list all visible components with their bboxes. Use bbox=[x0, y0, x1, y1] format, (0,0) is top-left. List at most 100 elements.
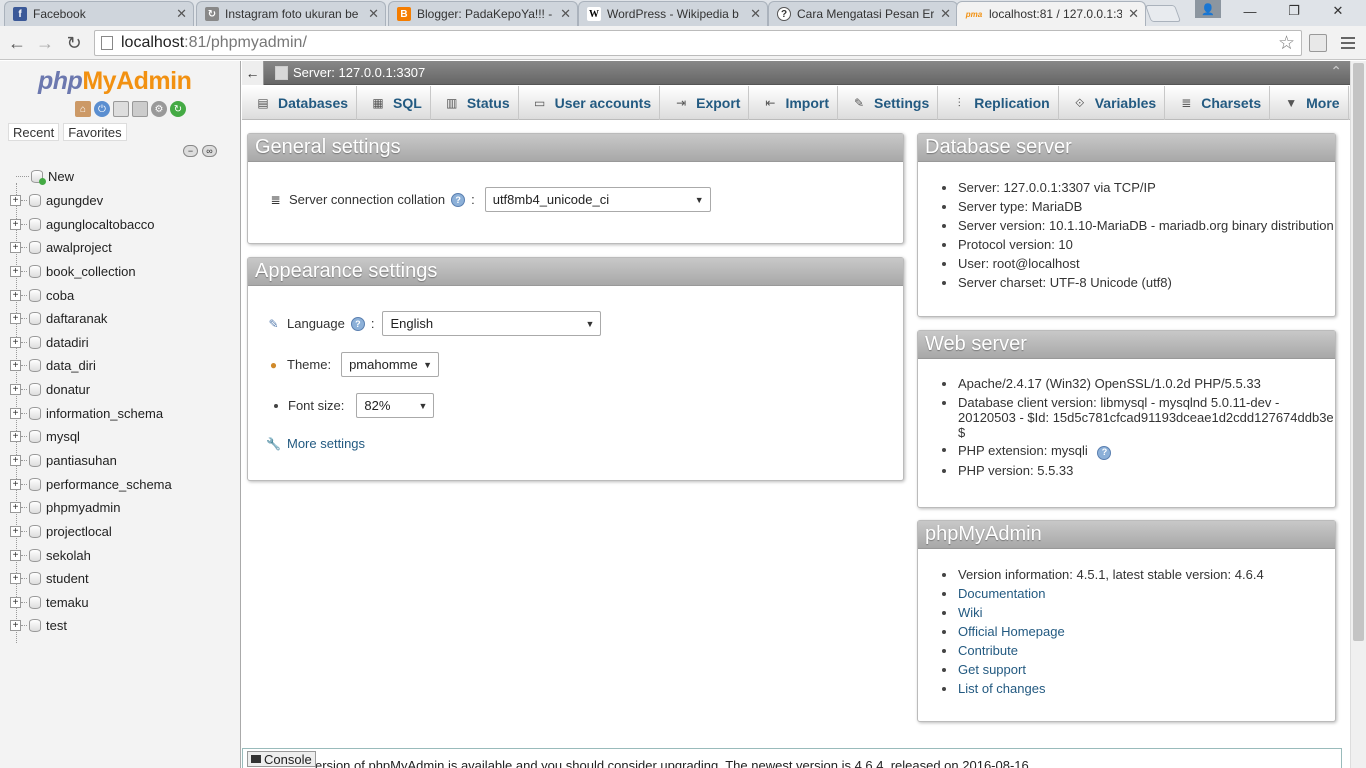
close-icon[interactable]: ✕ bbox=[176, 6, 187, 22]
tab-replication[interactable]: ⫶ Replication bbox=[938, 86, 1059, 120]
window-close-icon[interactable]: ✕ bbox=[1316, 0, 1360, 22]
close-icon[interactable]: ✕ bbox=[368, 6, 379, 22]
database-name[interactable]: performance_schema bbox=[46, 477, 172, 492]
database-name[interactable]: information_schema bbox=[46, 406, 163, 421]
home-icon[interactable]: ⌂ bbox=[75, 101, 91, 117]
browser-tab-blogger[interactable]: B Blogger: PadaKepoYa!!! - ✕ bbox=[388, 1, 578, 26]
tree-database-temaku[interactable]: + temaku bbox=[8, 591, 238, 615]
expand-icon[interactable]: + bbox=[10, 407, 21, 419]
expand-icon[interactable]: + bbox=[10, 525, 21, 537]
browser-tab-cara[interactable]: ? Cara Mengatasi Pesan Er ✕ bbox=[768, 1, 958, 26]
logout-icon[interactable]: ⏻ bbox=[94, 101, 110, 117]
tree-database-phpmyadmin[interactable]: + phpmyadmin bbox=[8, 496, 238, 520]
tree-database-mysql[interactable]: + mysql bbox=[8, 425, 238, 449]
user-profile-icon[interactable]: 👤 bbox=[1195, 0, 1221, 18]
tree-database-performance_schema[interactable]: + performance_schema bbox=[8, 472, 238, 496]
expand-icon[interactable]: + bbox=[10, 549, 21, 561]
database-name[interactable]: agungdev bbox=[46, 193, 103, 208]
database-name[interactable]: daftaranak bbox=[46, 311, 107, 326]
pma-link-official-homepage[interactable]: Official Homepage bbox=[942, 622, 1264, 641]
expand-icon[interactable]: + bbox=[10, 431, 21, 443]
tab-import[interactable]: ⇤ Import bbox=[749, 86, 839, 120]
docs-icon[interactable] bbox=[113, 101, 129, 117]
database-name[interactable]: mysql bbox=[46, 429, 80, 444]
database-name[interactable]: pantiasuhan bbox=[46, 453, 117, 468]
tab-recent[interactable]: Recent bbox=[8, 123, 60, 141]
expand-icon[interactable]: + bbox=[10, 336, 21, 348]
tree-new-database[interactable]: New bbox=[8, 165, 238, 189]
collapse-menu-icon[interactable]: ⌃ bbox=[1330, 63, 1342, 80]
expand-icon[interactable]: + bbox=[10, 313, 21, 325]
tab-databases[interactable]: ▤ Databases bbox=[242, 86, 358, 120]
database-name[interactable]: phpmyadmin bbox=[46, 500, 120, 515]
scrollbar-thumb[interactable] bbox=[1353, 63, 1364, 641]
tree-database-agunglocaltobacco[interactable]: + agunglocaltobacco bbox=[8, 212, 238, 236]
database-name[interactable]: agunglocaltobacco bbox=[46, 217, 154, 232]
browser-tab-localhost[interactable]: pma localhost:81 / 127.0.0.1:3 ✕ bbox=[956, 1, 1146, 26]
database-name[interactable]: sekolah bbox=[46, 548, 91, 563]
tab-charsets[interactable]: ≣ Charsets bbox=[1165, 86, 1271, 120]
close-icon[interactable]: ✕ bbox=[750, 6, 761, 22]
expand-icon[interactable]: + bbox=[10, 265, 21, 277]
database-name[interactable]: test bbox=[46, 618, 67, 633]
database-name[interactable]: temaku bbox=[46, 595, 89, 610]
tab-favorites[interactable]: Favorites bbox=[63, 123, 127, 141]
restore-icon[interactable]: ❐ bbox=[1272, 0, 1316, 22]
tree-database-information_schema[interactable]: + information_schema bbox=[8, 401, 238, 425]
tree-database-agungdev[interactable]: + agungdev bbox=[8, 189, 238, 213]
expand-icon[interactable]: + bbox=[10, 620, 21, 632]
pma-link-documentation[interactable]: Documentation bbox=[942, 584, 1264, 603]
gear-icon[interactable]: ⚙ bbox=[151, 101, 167, 117]
expand-icon[interactable]: + bbox=[10, 384, 21, 396]
database-name[interactable]: datadiri bbox=[46, 335, 89, 350]
tree-database-daftaranak[interactable]: + daftaranak bbox=[8, 307, 238, 331]
tree-database-coba[interactable]: + coba bbox=[8, 283, 238, 307]
more-settings-link[interactable]: More settings bbox=[287, 436, 365, 451]
tree-database-datadiri[interactable]: + datadiri bbox=[8, 330, 238, 354]
tab-more[interactable]: ▼ More bbox=[1270, 86, 1349, 120]
help-icon[interactable]: ? bbox=[350, 316, 365, 331]
minimize-icon[interactable]: — bbox=[1228, 0, 1272, 22]
tree-database-pantiasuhan[interactable]: + pantiasuhan bbox=[8, 449, 238, 473]
extension-icon[interactable] bbox=[1309, 34, 1327, 52]
close-icon[interactable]: ✕ bbox=[560, 6, 571, 22]
new-tab-button[interactable] bbox=[1144, 5, 1182, 22]
browser-tab-wikipedia[interactable]: W WordPress - Wikipedia b ✕ bbox=[578, 1, 768, 26]
expand-icon[interactable]: + bbox=[10, 194, 21, 206]
help-icon[interactable]: ? bbox=[451, 192, 466, 207]
expand-icon[interactable]: + bbox=[10, 502, 21, 514]
pma-link-wiki[interactable]: Wiki bbox=[942, 603, 1264, 622]
help-icon[interactable]: ? bbox=[1097, 445, 1112, 460]
fontsize-select[interactable]: 82% ▼ bbox=[356, 393, 435, 418]
expand-icon[interactable]: + bbox=[10, 289, 21, 301]
expand-icon[interactable]: + bbox=[10, 360, 21, 372]
sql-docs-icon[interactable] bbox=[132, 101, 148, 117]
reload-nav-icon[interactable]: ↻ bbox=[170, 101, 186, 117]
expand-icon[interactable]: + bbox=[10, 455, 21, 466]
database-name[interactable]: student bbox=[46, 571, 89, 586]
collation-select[interactable]: utf8mb4_unicode_ci ▼ bbox=[484, 187, 711, 212]
server-label[interactable]: Server: 127.0.0.1:3307 bbox=[293, 65, 425, 80]
theme-select[interactable]: pmahomme ▼ bbox=[341, 352, 440, 377]
bookmark-star-icon[interactable]: ☆ bbox=[1278, 32, 1295, 55]
back-arrow-icon[interactable]: ← bbox=[6, 32, 28, 54]
browser-tab-instagram[interactable]: ↻ Instagram foto ukuran be ✕ bbox=[196, 1, 386, 26]
pma-link-contribute[interactable]: Contribute bbox=[942, 641, 1264, 660]
expand-icon[interactable]: + bbox=[10, 218, 21, 230]
chrome-menu-icon[interactable] bbox=[1338, 33, 1358, 53]
database-name[interactable]: donatur bbox=[46, 382, 90, 397]
tab-status[interactable]: ▥ Status bbox=[431, 86, 519, 120]
browser-tab-facebook[interactable]: f Facebook ✕ bbox=[4, 1, 194, 26]
tab-export[interactable]: ⇥ Export bbox=[660, 86, 750, 120]
tab-settings[interactable]: ✎ Settings bbox=[838, 86, 939, 120]
tree-database-projectlocal[interactable]: + projectlocal bbox=[8, 520, 238, 544]
tab-sql[interactable]: ▦ SQL bbox=[357, 86, 431, 120]
expand-icon[interactable]: + bbox=[10, 242, 21, 254]
tree-database-awalproject[interactable]: + awalproject bbox=[8, 236, 238, 260]
tab-variables[interactable]: ⟐ Variables bbox=[1059, 86, 1166, 120]
close-icon[interactable]: ✕ bbox=[1128, 6, 1139, 22]
database-name[interactable]: book_collection bbox=[46, 264, 136, 279]
expand-icon[interactable]: + bbox=[10, 596, 21, 608]
tree-database-test[interactable]: + test bbox=[8, 614, 238, 638]
database-name[interactable]: data_diri bbox=[46, 358, 96, 373]
